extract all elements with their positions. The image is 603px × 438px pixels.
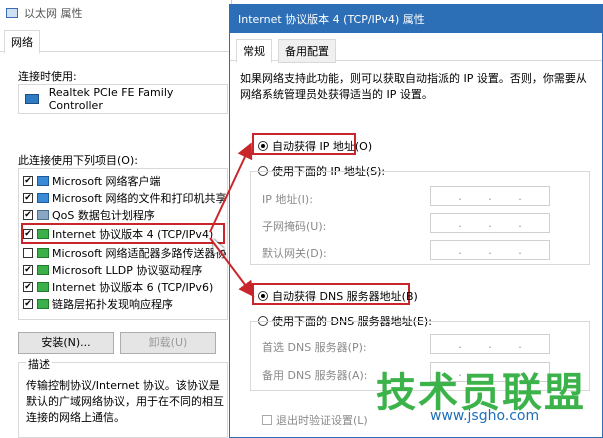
arrow-to-auto-ip <box>209 142 253 233</box>
watermark-url: www.jsgho.com <box>430 408 540 424</box>
arrow-to-auto-dns <box>209 237 255 298</box>
